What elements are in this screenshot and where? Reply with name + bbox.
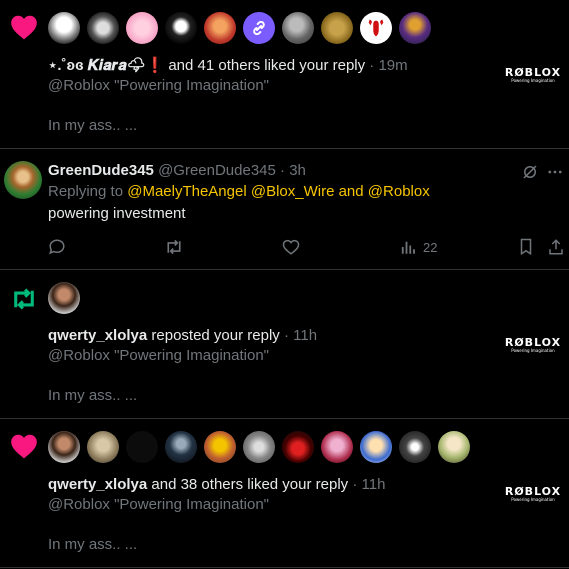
avatar[interactable]: [204, 12, 236, 44]
reply-preview: In my ass.. ...: [48, 536, 138, 553]
heart-icon: [10, 433, 38, 459]
tweet-header: GreenDude345 @GreenDude345 · 3h: [48, 161, 306, 181]
repost-icon: [9, 286, 39, 312]
author-name[interactable]: GreenDude345: [48, 162, 154, 179]
notification-likes-2[interactable]: qwerty_xlolya and 38 others liked your r…: [0, 419, 569, 567]
mention-link[interactable]: @Roblox: [368, 183, 430, 200]
avatar[interactable]: [87, 431, 119, 463]
reply-icon: [49, 239, 65, 255]
roblox-logo: RØBLOX Powering Imagination: [501, 67, 565, 84]
avatar[interactable]: [282, 12, 314, 44]
timestamp[interactable]: · 3h: [276, 162, 306, 179]
liker-name[interactable]: qwerty_xlolya: [48, 476, 147, 493]
mention-link[interactable]: @Blox_Wire: [251, 183, 335, 200]
quoted-reply: @Roblox "Powering Imagination": [48, 496, 269, 513]
bookmark-button[interactable]: [518, 238, 534, 256]
like-summary: ⋆.˚ʚɞ 𝑲𝒊𝒂𝒓𝒂🌩❗ and 41 others liked your r…: [48, 56, 408, 76]
avatar[interactable]: [48, 12, 80, 44]
heart-icon: [10, 14, 38, 40]
avatar[interactable]: [399, 12, 431, 44]
like-summary: qwerty_xlolya and 38 others liked your r…: [48, 475, 385, 495]
quoted-reply: @Roblox "Powering Imagination": [48, 77, 269, 94]
avatar[interactable]: [48, 431, 80, 463]
liker-avatars: [48, 12, 431, 44]
avatar[interactable]: [282, 431, 314, 463]
like-button[interactable]: [282, 238, 300, 256]
divider: [0, 567, 569, 568]
tweet-text: powering investment: [48, 205, 186, 222]
share-button[interactable]: [547, 238, 565, 256]
views-count: 22: [423, 239, 438, 255]
lobster-icon: [368, 19, 384, 37]
bookmark-icon: [520, 238, 532, 256]
quoted-reply: @Roblox "Powering Imagination": [48, 347, 269, 364]
repost-summary: qwerty_xlolya reposted your reply · 11h: [48, 326, 317, 346]
avatar[interactable]: [126, 12, 158, 44]
and-text: and: [334, 183, 368, 200]
replying-label: Replying to: [48, 183, 128, 200]
avatar[interactable]: [399, 431, 431, 463]
reply-button[interactable]: [48, 238, 66, 256]
more-icon[interactable]: [546, 163, 564, 181]
grok-icon[interactable]: [521, 163, 539, 181]
avatar[interactable]: [87, 12, 119, 44]
avatar[interactable]: [165, 431, 197, 463]
heart-outline-icon: [282, 239, 300, 255]
avatar[interactable]: [126, 431, 158, 463]
notification-repost[interactable]: qwerty_xlolya reposted your reply · 11h …: [0, 270, 569, 418]
reply-preview: In my ass.. ...: [48, 117, 138, 134]
timestamp: · 11h: [279, 327, 318, 344]
replying-to: Replying to @MaelyTheAngel @Blox_Wire an…: [48, 182, 430, 202]
repost-button[interactable]: [164, 238, 184, 256]
author-handle[interactable]: @GreenDude345: [158, 162, 276, 179]
timestamp: · 11h: [348, 476, 386, 493]
avatar[interactable]: [360, 431, 392, 463]
avatar[interactable]: [243, 12, 275, 44]
reply-tweet[interactable]: GreenDude345 @GreenDude345 · 3h Replying…: [0, 149, 569, 269]
roblox-logo: RØBLOX Powering Imagination: [501, 486, 565, 503]
avatar[interactable]: [243, 431, 275, 463]
avatar[interactable]: [321, 431, 353, 463]
reposter-name[interactable]: qwerty_xlolya: [48, 327, 147, 344]
link-icon: [253, 20, 265, 36]
share-icon: [549, 239, 563, 255]
avatar[interactable]: [48, 282, 80, 314]
avatar[interactable]: [321, 12, 353, 44]
avatar[interactable]: [204, 431, 236, 463]
notification-likes-1[interactable]: ⋆.˚ʚɞ 𝑲𝒊𝒂𝒓𝒂🌩❗ and 41 others liked your r…: [0, 0, 569, 148]
reply-preview: In my ass.. ...: [48, 387, 138, 404]
avatar[interactable]: [4, 161, 42, 199]
avatar[interactable]: [360, 12, 392, 44]
liker-name[interactable]: ⋆.˚ʚɞ 𝑲𝒊𝒂𝒓𝒂🌩❗: [48, 57, 164, 74]
summary-text: and 38 others liked your reply: [147, 476, 349, 493]
summary-text: and 41 others liked your reply: [164, 57, 366, 74]
timestamp: · 19m: [365, 57, 408, 74]
liker-avatars: [48, 431, 470, 463]
avatar[interactable]: [165, 12, 197, 44]
analytics-icon: [401, 241, 415, 254]
action-text: reposted your reply: [147, 327, 280, 344]
repost-icon: [167, 239, 181, 255]
roblox-logo: RØBLOX Powering Imagination: [501, 337, 565, 354]
mention-link[interactable]: @MaelyTheAngel: [127, 183, 246, 200]
avatar[interactable]: [438, 431, 470, 463]
views-button[interactable]: 22: [399, 238, 437, 256]
